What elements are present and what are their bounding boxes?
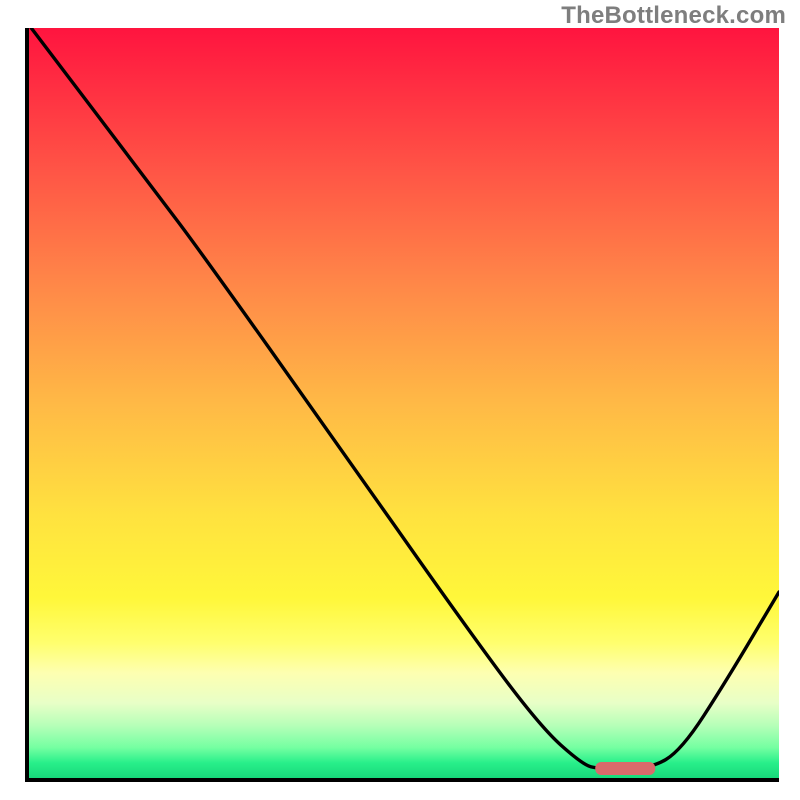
plot-area [25,28,779,782]
curve-path [31,28,779,769]
optimum-marker [595,762,655,775]
chart-container: TheBottleneck.com [0,0,800,800]
attribution-label: TheBottleneck.com [561,2,786,30]
plot-overlay [29,28,779,778]
